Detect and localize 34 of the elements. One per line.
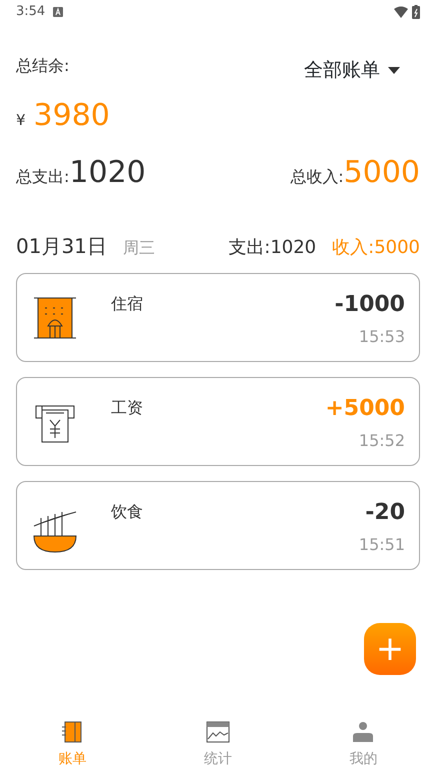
filter-dropdown[interactable]: 全部账单 [304, 56, 400, 84]
category-name: 住宿 [111, 292, 143, 314]
hotel-icon [34, 297, 76, 338]
total-expense-label: 总支出: [16, 166, 70, 188]
record-amount: +5000 [325, 394, 405, 422]
record-time: 15:51 [358, 534, 405, 556]
noodle-bowl-icon [34, 511, 76, 552]
battery-icon [412, 5, 420, 19]
record-card[interactable]: 饮食 -20 15:51 [16, 480, 420, 570]
day-income: 收入:5000 [332, 236, 420, 260]
record-card[interactable]: 工资 +5000 15:52 [16, 376, 420, 466]
total-income-label: 总收入: [290, 166, 344, 188]
receipt-icon [36, 405, 74, 442]
currency-symbol: ¥ [16, 110, 26, 130]
weekday-text: 周三 [122, 236, 155, 258]
balance-amount: 3980 [34, 96, 110, 134]
total-expense-amount: 1020 [69, 154, 146, 192]
balance-label: 总结余: [16, 55, 70, 77]
record-amount: -20 [365, 498, 405, 526]
wifi-icon [394, 6, 408, 18]
category-name: 饮食 [111, 500, 143, 522]
chart-icon [206, 721, 230, 743]
day-expense: 支出:1020 [228, 236, 316, 260]
record-time: 15:52 [358, 430, 405, 452]
date-text: 01月31日 [16, 232, 107, 260]
status-time: 3:54 [16, 3, 46, 22]
user-icon [351, 721, 376, 743]
notification-icon [53, 7, 64, 17]
record-card[interactable]: 住宿 -1000 15:53 [16, 272, 420, 362]
total-income-amount: 5000 [344, 154, 420, 192]
record-amount: -1000 [334, 290, 405, 318]
record-time: 15:53 [358, 326, 405, 348]
caret-icon [388, 66, 400, 74]
category-name: 工资 [111, 396, 143, 418]
